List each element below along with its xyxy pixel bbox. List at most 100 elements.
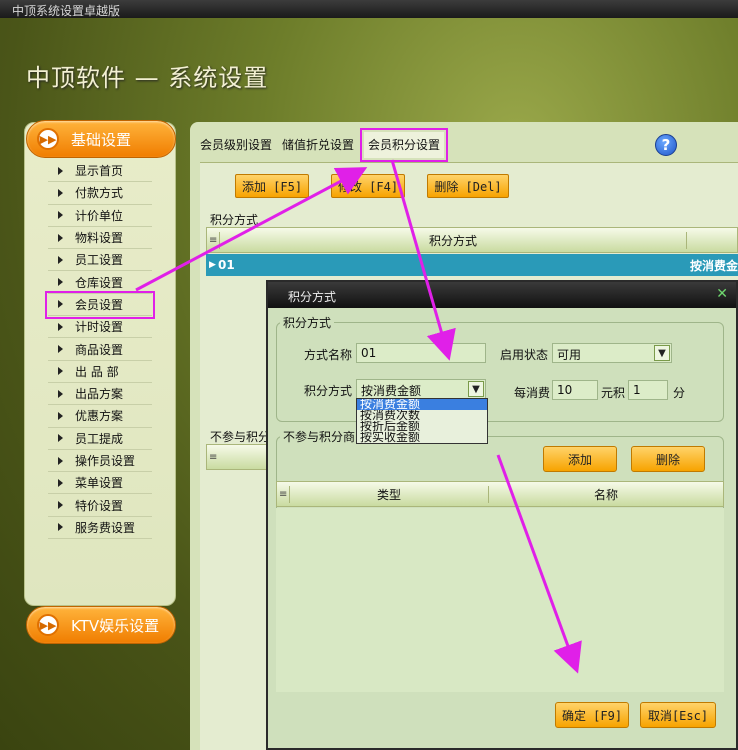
method-dropdown-list[interactable]: 按消费金额 按消费次数 按折后金额 按实收金额 [356,398,488,444]
sidebar-item-operators[interactable]: 操作员设置 [48,450,152,473]
ok-button[interactable]: 确定 [F9] [555,702,629,728]
name-label: 方式名称 [304,348,353,362]
arrow-right-icon [58,478,63,487]
arrow-right-icon [58,166,63,175]
basic-settings-label: 基础设置 [71,130,132,149]
brand-name: 中顶软件 [26,64,126,92]
sidebar-item-output-plan[interactable]: 出品方案 [48,383,152,406]
exclude-grid-header: ≡ [206,444,270,470]
delete-button[interactable]: 删除 [Del] [427,174,509,198]
method-select[interactable]: 按消费金额 ▼ [356,379,486,399]
group-points-method-label: 积分方式 [210,213,259,227]
method-label: 积分方式 [304,384,353,398]
ktv-settings-button[interactable]: ▶▶ KTV娱乐设置 [26,606,176,644]
window-titlebar: 中顶系统设置卓越版 [0,0,738,18]
close-icon[interactable]: ✕ [716,286,728,302]
sidebar-item-label: 会员设置 [75,297,124,312]
grid-lines-icon: ≡ [209,451,218,463]
arrow-right-icon [58,322,63,331]
sidebar-item-menu[interactable]: 菜单设置 [48,472,152,495]
sidebar-item-payment[interactable]: 付款方式 [48,182,152,205]
edit-button[interactable]: 修改 [F4] [331,174,405,198]
app-title: 中顶软件 — 系统设置 [26,58,268,93]
arrow-right-icon [58,367,63,376]
exclude-items-grid-header: ≡ 类型 名称 [276,481,724,507]
sidebar-item-commission[interactable]: 员工提成 [48,428,152,450]
basic-settings-button[interactable]: ▶▶ 基础设置 [26,120,176,158]
sidebar-item-label: 优惠方案 [75,409,124,424]
table-row[interactable]: ▶ 01 按消费金 [206,254,738,276]
dropdown-option[interactable]: 按折后金额 [357,421,487,432]
points-input[interactable]: 1 [628,380,668,400]
sidebar-item-staff[interactable]: 员工设置 [48,249,152,272]
arrow-right-icon [58,255,63,264]
sidebar-item-home[interactable]: 显示首页 [48,160,152,183]
tab-member-level[interactable]: 会员级别设置 [200,132,272,158]
row-id: 01 [218,258,235,272]
column-header-points-method: 积分方式 [219,231,687,249]
arrow-right-icon [58,211,63,220]
row-pointer-icon: ▶ [209,260,216,270]
name-input[interactable]: 01 [356,343,486,363]
play-icon: ▶▶ [37,614,59,636]
play-icon: ▶▶ [37,128,59,150]
exclude-items-grid-body[interactable] [276,508,724,692]
window-title: 中顶系统设置卓越版 [12,4,121,18]
consume-amount-input[interactable]: 10 [552,380,598,400]
arrow-right-icon [58,233,63,242]
chevron-down-icon[interactable]: ▼ [654,345,670,361]
sidebar-item-output-dept[interactable]: 出 品 部 [48,361,152,383]
sidebar-item-units[interactable]: 计价单位 [48,205,152,227]
arrow-right-icon [58,278,63,287]
points-grid-header: ≡ 积分方式 [206,227,738,253]
tab-bar: 会员级别设置 储值折兑设置 会员积分设置 [200,128,454,162]
add-button[interactable]: 添加 [F5] [235,174,309,198]
status-value: 可用 [557,348,582,362]
title-separator: — [126,64,169,92]
status-select[interactable]: 可用 ▼ [552,343,672,363]
dialog-add-button[interactable]: 添加 [543,446,617,472]
method-value: 按消费金额 [361,384,422,398]
dropdown-option[interactable]: 按消费次数 [357,410,487,421]
chevron-down-icon[interactable]: ▼ [468,381,484,397]
tab-stored-value[interactable]: 储值折兑设置 [282,132,354,158]
points-method-fieldset [276,322,724,422]
sidebar-item-label: 付款方式 [75,186,124,201]
sidebar-item-label: 出品方案 [75,387,124,402]
dialog-delete-button[interactable]: 删除 [631,446,705,472]
points-method-legend: 积分方式 [280,314,335,331]
cancel-button[interactable]: 取消[Esc] [640,702,716,728]
dropdown-option[interactable]: 按消费金额 [357,399,487,410]
arrow-right-icon [58,501,63,510]
sidebar-item-discount[interactable]: 优惠方案 [48,405,152,428]
sidebar-item-label: 显示首页 [75,164,124,179]
arrow-right-icon [58,456,63,465]
sidebar-item-special-price[interactable]: 特价设置 [48,494,152,517]
sidebar-item-label: 员工提成 [75,431,124,446]
sidebar-item-products[interactable]: 商品设置 [48,338,152,361]
dialog-title: 积分方式 [288,290,337,304]
sidebar-item-label: 出 品 部 [75,364,119,379]
sidebar-item-service-fee[interactable]: 服务费设置 [48,517,152,540]
sidebar-menu: 显示首页 付款方式 计价单位 物料设置 员工设置 仓库设置 会员设置 计时设置 … [45,160,155,540]
sidebar-item-label: 商品设置 [75,342,124,357]
sidebar-item-label: 服务费设置 [75,520,136,535]
dropdown-option[interactable]: 按实收金额 [357,432,487,443]
dialog-titlebar: 积分方式 ✕ [268,282,736,308]
sidebar-item-label: 特价设置 [75,498,124,513]
sidebar-item-label: 操作员设置 [75,454,136,468]
arrow-right-icon [58,345,63,354]
arrow-right-icon [58,434,63,443]
sidebar-item-members[interactable]: 会员设置 [45,290,155,320]
sidebar-item-materials[interactable]: 物料设置 [48,227,152,250]
help-icon[interactable]: ? [655,134,677,156]
column-header-name: 名称 [593,487,618,502]
sidebar-item-label: 员工设置 [75,253,124,268]
sidebar-item-label: 计时设置 [75,320,124,335]
sidebar-item-timing[interactable]: 计时设置 [48,316,152,339]
tab-member-points[interactable]: 会员积分设置 [360,128,449,162]
page-title: 系统设置 [168,64,269,92]
sidebar-item-warehouse[interactable]: 仓库设置 [48,271,152,294]
arrow-right-icon [58,411,63,420]
grid-lines-icon: ≡ [279,488,288,500]
